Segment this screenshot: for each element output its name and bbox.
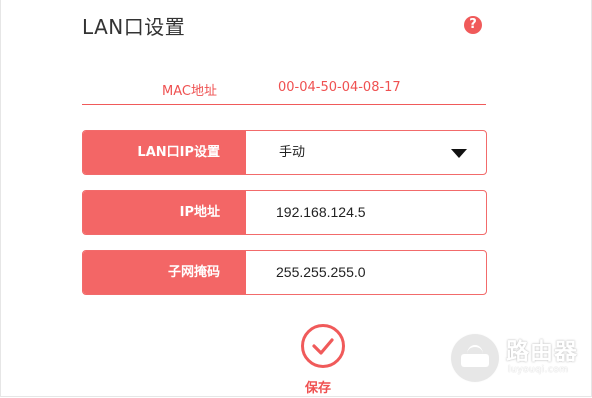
dropdown-caret-icon[interactable] bbox=[451, 149, 467, 158]
subnet-mask-label: 子网掩码 bbox=[83, 251, 246, 294]
mac-address-label: MAC地址 bbox=[162, 84, 217, 99]
lan-ip-mode-label: LAN口IP设置 bbox=[83, 131, 246, 174]
page-title: LAN口设置 bbox=[82, 15, 186, 39]
mac-address-value: 00-04-50-04-08-17 bbox=[278, 80, 401, 95]
watermark-logo: 路由器 luyouqi.com bbox=[450, 331, 582, 383]
ip-address-row: IP地址 bbox=[82, 190, 487, 235]
router-logo-icon bbox=[450, 333, 500, 383]
subnet-mask-input[interactable] bbox=[246, 251, 486, 294]
help-icon[interactable]: ? bbox=[464, 16, 482, 34]
lan-ip-mode-row[interactable]: LAN口IP设置 手动 bbox=[82, 130, 487, 175]
lan-ip-mode-select[interactable]: 手动 bbox=[246, 131, 486, 174]
save-label: 保存 bbox=[305, 381, 332, 396]
subnet-mask-row: 子网掩码 bbox=[82, 250, 487, 295]
ip-address-input[interactable] bbox=[246, 191, 486, 234]
ip-address-label: IP地址 bbox=[83, 191, 246, 234]
save-button[interactable] bbox=[301, 324, 345, 368]
watermark-url: luyouqi.com bbox=[508, 365, 569, 375]
watermark-title: 路由器 bbox=[506, 339, 578, 365]
checkmark-icon bbox=[312, 338, 334, 355]
mac-address-row: MAC地址 00-04-50-04-08-17 bbox=[82, 70, 486, 105]
